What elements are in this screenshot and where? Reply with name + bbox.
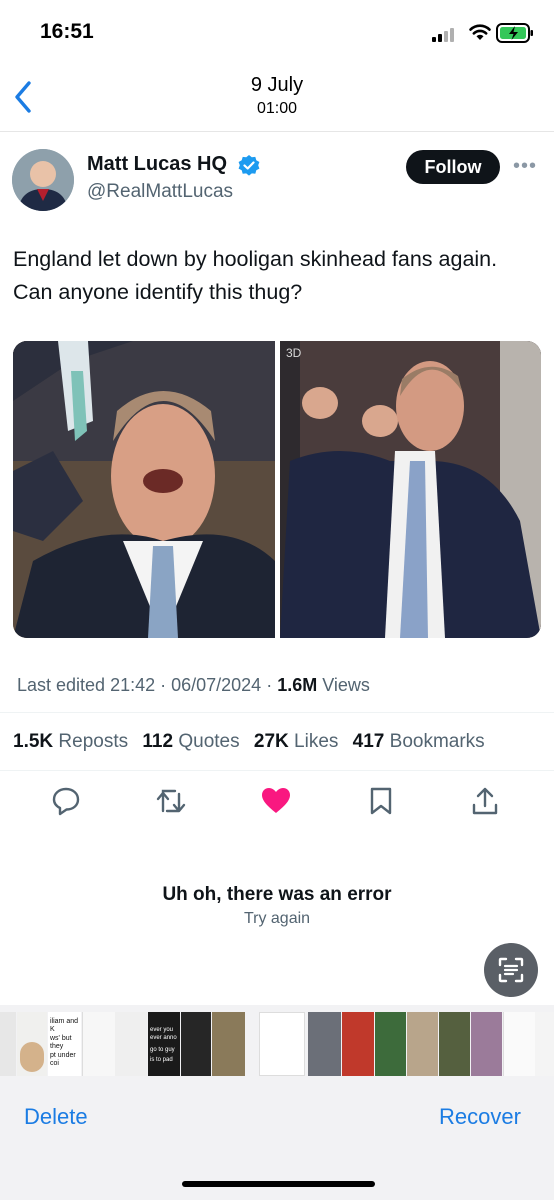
display-name[interactable]: Matt Lucas HQ: [87, 153, 227, 176]
filmstrip-thumb[interactable]: [439, 1012, 470, 1076]
verified-badge-icon: [238, 155, 260, 176]
thumb-caption: is to pad: [150, 1057, 173, 1063]
repost-icon[interactable]: [155, 785, 187, 817]
thumb-caption: pt under coi: [50, 1052, 76, 1067]
live-text-icon: [498, 957, 524, 983]
filmstrip-thumb[interactable]: [82, 1012, 115, 1076]
filmstrip-thumb[interactable]: ever you ever anno go to guy is to pad: [148, 1012, 180, 1076]
reposts-stat[interactable]: 1.5K Reposts: [13, 731, 128, 752]
quotes-stat[interactable]: 112 Quotes: [142, 731, 239, 752]
filmstrip-thumb[interactable]: [342, 1012, 374, 1076]
thumb-caption: ws' but they: [50, 1035, 72, 1050]
divider: [0, 712, 554, 713]
photo-filmstrip[interactable]: iliam and K ws' but they pt under coi ev…: [0, 1012, 554, 1076]
thumb-caption: ever you ever anno: [150, 1027, 177, 1041]
tweet-photo-right[interactable]: 3D: [280, 341, 541, 638]
bookmarks-label: Bookmarks: [389, 731, 485, 752]
avatar[interactable]: [12, 149, 74, 211]
filmstrip-thumb[interactable]: [471, 1012, 502, 1076]
filmstrip-thumb[interactable]: [0, 1012, 16, 1076]
cellular-signal-icon: [432, 26, 460, 42]
wifi-icon: [469, 24, 491, 40]
try-again-link[interactable]: Try again: [0, 910, 554, 928]
bookmark-icon[interactable]: [365, 785, 397, 817]
tweet-text: England let down by hooligan skinhead fa…: [13, 247, 498, 304]
filmstrip-thumb[interactable]: [407, 1012, 438, 1076]
error-title: Uh oh, there was an error: [162, 884, 392, 905]
edited-timestamp: Last edited 21:42 · 06/07/2024 ·: [17, 675, 278, 695]
reposts-count: 1.5K: [13, 731, 54, 752]
more-options-icon[interactable]: •••: [513, 155, 541, 177]
like-icon[interactable]: [260, 785, 292, 817]
thumb-caption: iliam and K: [50, 1018, 79, 1033]
user-handle[interactable]: @RealMattLucas: [87, 181, 233, 203]
photo-date: 9 July: [250, 74, 304, 96]
quotes-count: 112: [142, 731, 174, 752]
filmstrip-thumb[interactable]: [503, 1012, 535, 1076]
thumb-caption: go to guy: [150, 1047, 175, 1053]
reposts-label: Reposts: [58, 731, 129, 752]
status-time: 16:51: [40, 20, 94, 43]
divider: [0, 770, 554, 771]
filmstrip-thumb[interactable]: [308, 1012, 341, 1076]
likes-label: Likes: [294, 731, 339, 752]
home-indicator[interactable]: [182, 1181, 375, 1187]
likes-count: 27K: [253, 731, 289, 752]
bookmarks-count: 417: [352, 731, 385, 752]
bookmarks-stat[interactable]: 417 Bookmarks: [353, 731, 485, 752]
follow-button[interactable]: Follow: [406, 150, 500, 184]
battery-charging-icon: [496, 23, 533, 43]
filmstrip-thumb[interactable]: [212, 1012, 245, 1076]
filmstrip-thumb[interactable]: [535, 1012, 554, 1076]
views-count: 1.6M: [277, 675, 318, 695]
filmstrip-thumb[interactable]: [115, 1012, 147, 1076]
live-text-button[interactable]: [484, 943, 538, 997]
recover-button[interactable]: Recover: [439, 1104, 521, 1130]
tweet-photo-left[interactable]: [13, 341, 275, 638]
tweet-meta: Last edited 21:42 · 06/07/2024 · 1.6M Vi…: [17, 675, 370, 696]
filmstrip-thumb[interactable]: [181, 1012, 211, 1076]
filmstrip-thumb[interactable]: [375, 1012, 406, 1076]
filmstrip-thumb[interactable]: [17, 1012, 47, 1076]
photo-time: 01:00: [256, 100, 298, 117]
share-icon[interactable]: [469, 785, 501, 817]
quotes-label: Quotes: [178, 731, 240, 752]
photo-watermark: 3D: [286, 346, 302, 360]
delete-button[interactable]: Delete: [24, 1104, 88, 1130]
filmstrip-thumb[interactable]: iliam and K ws' but they pt under coi: [48, 1012, 81, 1076]
tweet-stats: 1.5K Reposts 112 Quotes 27K Likes 417 Bo…: [13, 731, 485, 753]
views-label: Views: [317, 675, 370, 695]
filmstrip-thumb-selected[interactable]: [259, 1012, 305, 1076]
likes-stat[interactable]: 27K Likes: [254, 731, 339, 752]
filmstrip-thumb[interactable]: [246, 1012, 258, 1076]
reply-icon[interactable]: [50, 785, 82, 817]
